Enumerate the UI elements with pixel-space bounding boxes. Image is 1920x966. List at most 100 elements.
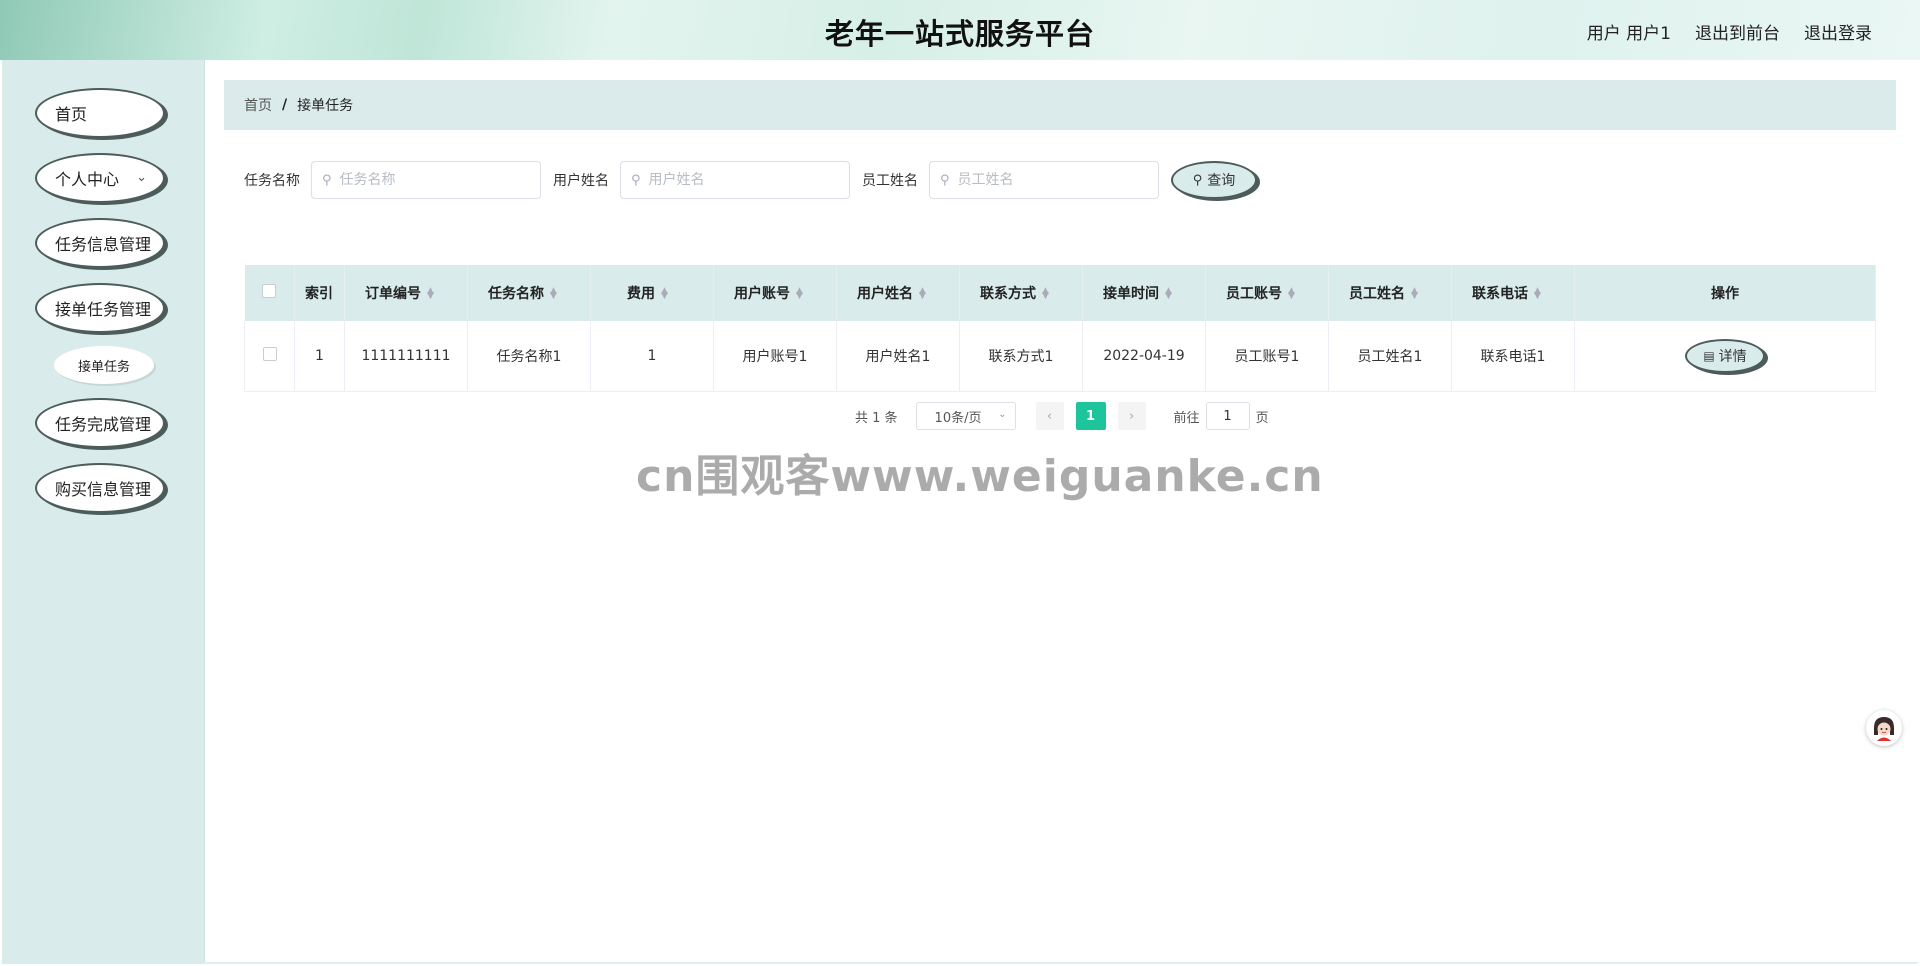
submenu-item-accept-task[interactable]: 接单任务 [54, 346, 154, 384]
sidebar-item-personal-center[interactable]: 个人中心 ⌄ [35, 153, 165, 203]
user-name-field: ⚲ [620, 161, 850, 199]
detail-button-label: 详情 [1718, 349, 1747, 365]
next-page-button[interactable]: › [1117, 402, 1146, 430]
sidebar-item-task-complete[interactable]: 任务完成管理 [35, 398, 165, 448]
current-user: 用户 用户1 [1586, 24, 1671, 44]
sort-icon[interactable]: ▲ ▼ [1042, 287, 1049, 301]
sidebar-item-home[interactable]: 首页 [35, 88, 165, 138]
document-icon: ▤ [1703, 349, 1715, 363]
cell-order-no: 1111111111 [344, 321, 468, 392]
col-fee[interactable]: 费用 ▲ ▼ [590, 265, 714, 321]
col-staff-name[interactable]: 员工姓名 ▲ ▼ [1328, 265, 1452, 321]
header-actions: 用户 用户1 退出到前台 退出登录 [1587, 19, 1872, 44]
sort-icon[interactable]: ▲ ▼ [1288, 287, 1295, 301]
sidebar-item-accept-task[interactable]: 接单任务管理 [35, 283, 165, 333]
row-checkbox[interactable] [262, 347, 277, 361]
back-to-front-link[interactable]: 退出到前台 [1695, 19, 1780, 44]
task-name-input[interactable] [337, 171, 522, 189]
page-size-value: 10条/页 [934, 410, 982, 426]
staff-name-input[interactable] [955, 171, 1140, 189]
col-index: 索引 [294, 265, 345, 321]
cell-staff-name: 员工姓名1 [1328, 321, 1452, 392]
staff-name-label: 员工姓名 [862, 173, 918, 189]
cell-accept-time: 2022-04-19 [1082, 321, 1206, 392]
prev-page-button[interactable]: ‹ [1035, 402, 1064, 430]
staff-name-field: ⚲ [929, 161, 1159, 199]
cell-contact: 联系方式1 [959, 321, 1083, 392]
col-action: 操作 [1574, 265, 1876, 321]
col-order-no[interactable]: 订单编号 ▲ ▼ [344, 265, 468, 321]
sidebar-item-label: 接单任务管理 [55, 300, 152, 319]
search-icon: ⚲ [940, 172, 950, 188]
task-name-label: 任务名称 [244, 173, 300, 189]
task-name-field: ⚲ [311, 161, 541, 199]
select-all-checkbox[interactable] [262, 284, 277, 298]
sort-icon[interactable]: ▲ ▼ [1165, 287, 1172, 301]
search-icon: ⚲ [322, 172, 332, 188]
goto-label: 前往 [1173, 410, 1200, 426]
col-phone[interactable]: 联系电话 ▲ ▼ [1451, 265, 1575, 321]
query-button[interactable]: ⚲ 查询 [1171, 161, 1257, 199]
col-label: 费用 [627, 286, 655, 302]
sidebar-item-label: 首页 [55, 105, 88, 124]
sort-icon[interactable]: ▲ ▼ [1534, 287, 1541, 301]
col-label: 任务名称 [488, 286, 544, 302]
sort-icon[interactable]: ▲ ▼ [796, 287, 803, 301]
chevron-down-icon: ⌄ [136, 170, 147, 185]
col-accept-time[interactable]: 接单时间 ▲ ▼ [1082, 265, 1206, 321]
sort-icon[interactable]: ▲ ▼ [427, 287, 434, 301]
sidebar-item-label: 购买信息管理 [55, 480, 152, 499]
breadcrumb-home[interactable]: 首页 [244, 95, 272, 115]
sidebar-item-purchase-info[interactable]: 购买信息管理 [35, 463, 165, 513]
sort-icon[interactable]: ▲ ▼ [550, 287, 557, 301]
col-staff-account[interactable]: 员工账号 ▲ ▼ [1205, 265, 1329, 321]
goto-page-input[interactable]: 1 [1205, 402, 1250, 430]
page-suffix: 页 [1255, 410, 1269, 426]
col-label: 员工账号 [1226, 286, 1282, 302]
sidebar-item-task-info[interactable]: 任务信息管理 [35, 218, 165, 268]
col-label: 用户姓名 [857, 286, 913, 302]
cell-task-name: 任务名称1 [467, 321, 591, 392]
chevron-down-icon: ⌄ [998, 409, 1007, 420]
cell-index: 1 [294, 321, 345, 392]
cell-phone: 联系电话1 [1451, 321, 1575, 392]
task-table: 索引 订单编号 ▲ ▼ 任务名称 ▲ ▼ 费用 ▲ ▼ 用户账号 ▲ ▼ 用户姓名 ▲ ▼ 联系方式… [244, 265, 1876, 392]
col-label: 员工姓名 [1349, 286, 1405, 302]
cell-fee: 1 [590, 321, 714, 392]
row-checkbox-cell [244, 321, 295, 392]
col-label: 操作 [1711, 286, 1739, 302]
sort-icon[interactable]: ▲ ▼ [1411, 287, 1418, 301]
user-name-input[interactable] [646, 171, 831, 189]
col-contact[interactable]: 联系方式 ▲ ▼ [959, 265, 1083, 321]
search-bar: 任务名称 ⚲ 用户姓名 ⚲ 员工姓名 ⚲ ⚲ 查询 [244, 160, 1257, 200]
col-user-account[interactable]: 用户账号 ▲ ▼ [713, 265, 837, 321]
sort-icon[interactable]: ▲ ▼ [661, 287, 668, 301]
col-user-name[interactable]: 用户姓名 ▲ ▼ [836, 265, 960, 321]
search-icon: ⚲ [1192, 172, 1203, 188]
watermark: cn围观客www.weiguanke.cn [636, 451, 1324, 502]
breadcrumb-separator: / [282, 97, 288, 113]
table-header-row: 索引 订单编号 ▲ ▼ 任务名称 ▲ ▼ 费用 ▲ ▼ 用户账号 ▲ ▼ 用户姓名 ▲ ▼ 联系方式… [244, 265, 1876, 321]
pagination: 共 1 条 10条/页 ⌄ ‹ 1 › 前往 1 页 [855, 402, 1269, 430]
chevron-left-icon: ‹ [1046, 408, 1053, 424]
sidebar-item-label: 个人中心 [55, 170, 120, 189]
col-task-name[interactable]: 任务名称 ▲ ▼ [467, 265, 591, 321]
cell-user-name: 用户姓名1 [836, 321, 960, 392]
breadcrumb-current: 接单任务 [297, 98, 354, 114]
pagination-total: 共 1 条 [855, 410, 898, 426]
col-label: 联系方式 [980, 286, 1036, 302]
avatar-icon[interactable] [1866, 710, 1902, 746]
sort-icon[interactable]: ▲ ▼ [919, 287, 926, 301]
content-bottom-border [204, 962, 1918, 964]
breadcrumb: 首页 / 接单任务 [224, 80, 1896, 130]
sidebar-item-label: 任务信息管理 [55, 235, 152, 254]
page-size-select[interactable]: 10条/页 ⌄ [915, 402, 1016, 430]
sidebar: 首页 个人中心 ⌄ 任务信息管理 接单任务管理 接单任务 任务完成管理 购买信息… [2, 60, 205, 964]
sidebar-item-label: 任务完成管理 [55, 415, 152, 434]
cell-staff-account: 员工账号1 [1205, 321, 1329, 392]
logout-link[interactable]: 退出登录 [1804, 19, 1872, 44]
submenu-item-label: 接单任务 [77, 359, 130, 375]
header-checkbox-cell [244, 265, 295, 321]
page-number-current[interactable]: 1 [1075, 402, 1106, 430]
detail-button[interactable]: ▤ 详情 [1685, 339, 1765, 373]
